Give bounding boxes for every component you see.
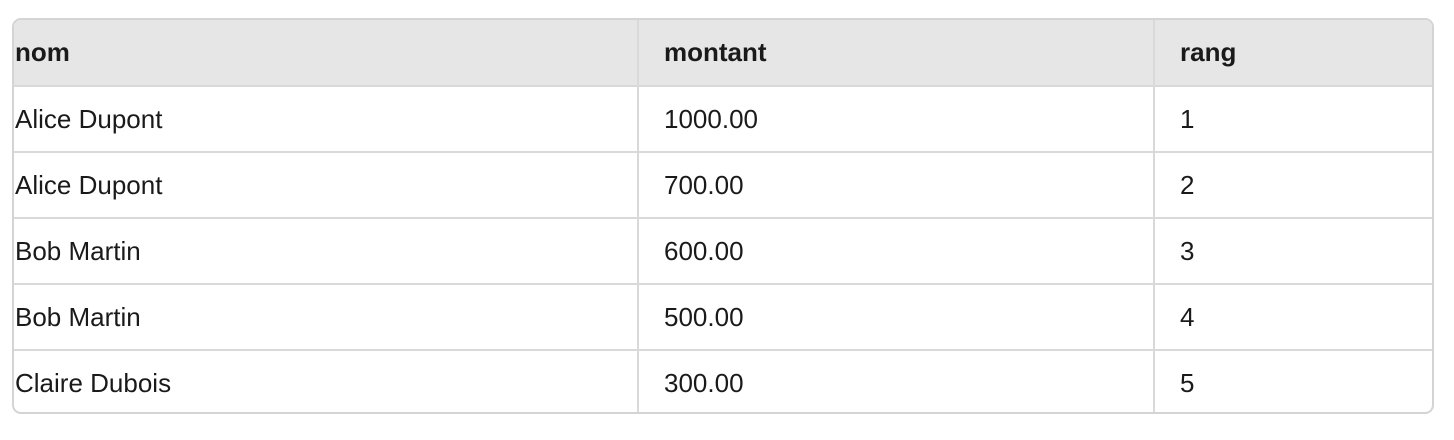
column-header-rang[interactable]: rang [1154, 20, 1432, 87]
table-header: nom montant rang [14, 20, 1432, 87]
table-row: Claire Dubois 300.00 5 [14, 350, 1432, 412]
column-header-montant[interactable]: montant [638, 20, 1155, 87]
results-table-container: nom montant rang Alice Dupont 1000.00 1 … [12, 18, 1434, 414]
cell-rang: 5 [1180, 368, 1195, 398]
cell-montant: 300.00 [638, 350, 1155, 412]
cell-montant: 1000.00 [638, 86, 1155, 153]
cell-nom: Claire Dubois [14, 350, 639, 412]
results-table: nom montant rang Alice Dupont 1000.00 1 … [14, 20, 1432, 412]
cell-nom: Alice Dupont [14, 152, 639, 219]
cell-nom: Alice Dupont [14, 86, 639, 153]
table-row: Alice Dupont 1000.00 1 [14, 86, 1432, 153]
header-row: nom montant rang [14, 20, 1432, 87]
table-row: Bob Martin 600.00 3 [14, 218, 1432, 285]
cell-montant: 500.00 [638, 284, 1155, 351]
cell-rang: 4 [1154, 284, 1432, 351]
cell-nom: Bob Martin [14, 284, 639, 351]
table-row: Bob Martin 500.00 4 [14, 284, 1432, 351]
table-row: Alice Dupont 700.00 2 [14, 152, 1432, 219]
column-header-nom[interactable]: nom [14, 20, 639, 87]
cell-nom: Bob Martin [14, 218, 639, 285]
cell-rang: 1 [1154, 86, 1432, 153]
table-body: Alice Dupont 1000.00 1 Alice Dupont 700.… [14, 86, 1432, 412]
cell-rang: 2 [1154, 152, 1432, 219]
cell-montant: 700.00 [638, 152, 1155, 219]
cell-rang: 3 [1154, 218, 1432, 285]
cell-montant: 600.00 [638, 218, 1155, 285]
